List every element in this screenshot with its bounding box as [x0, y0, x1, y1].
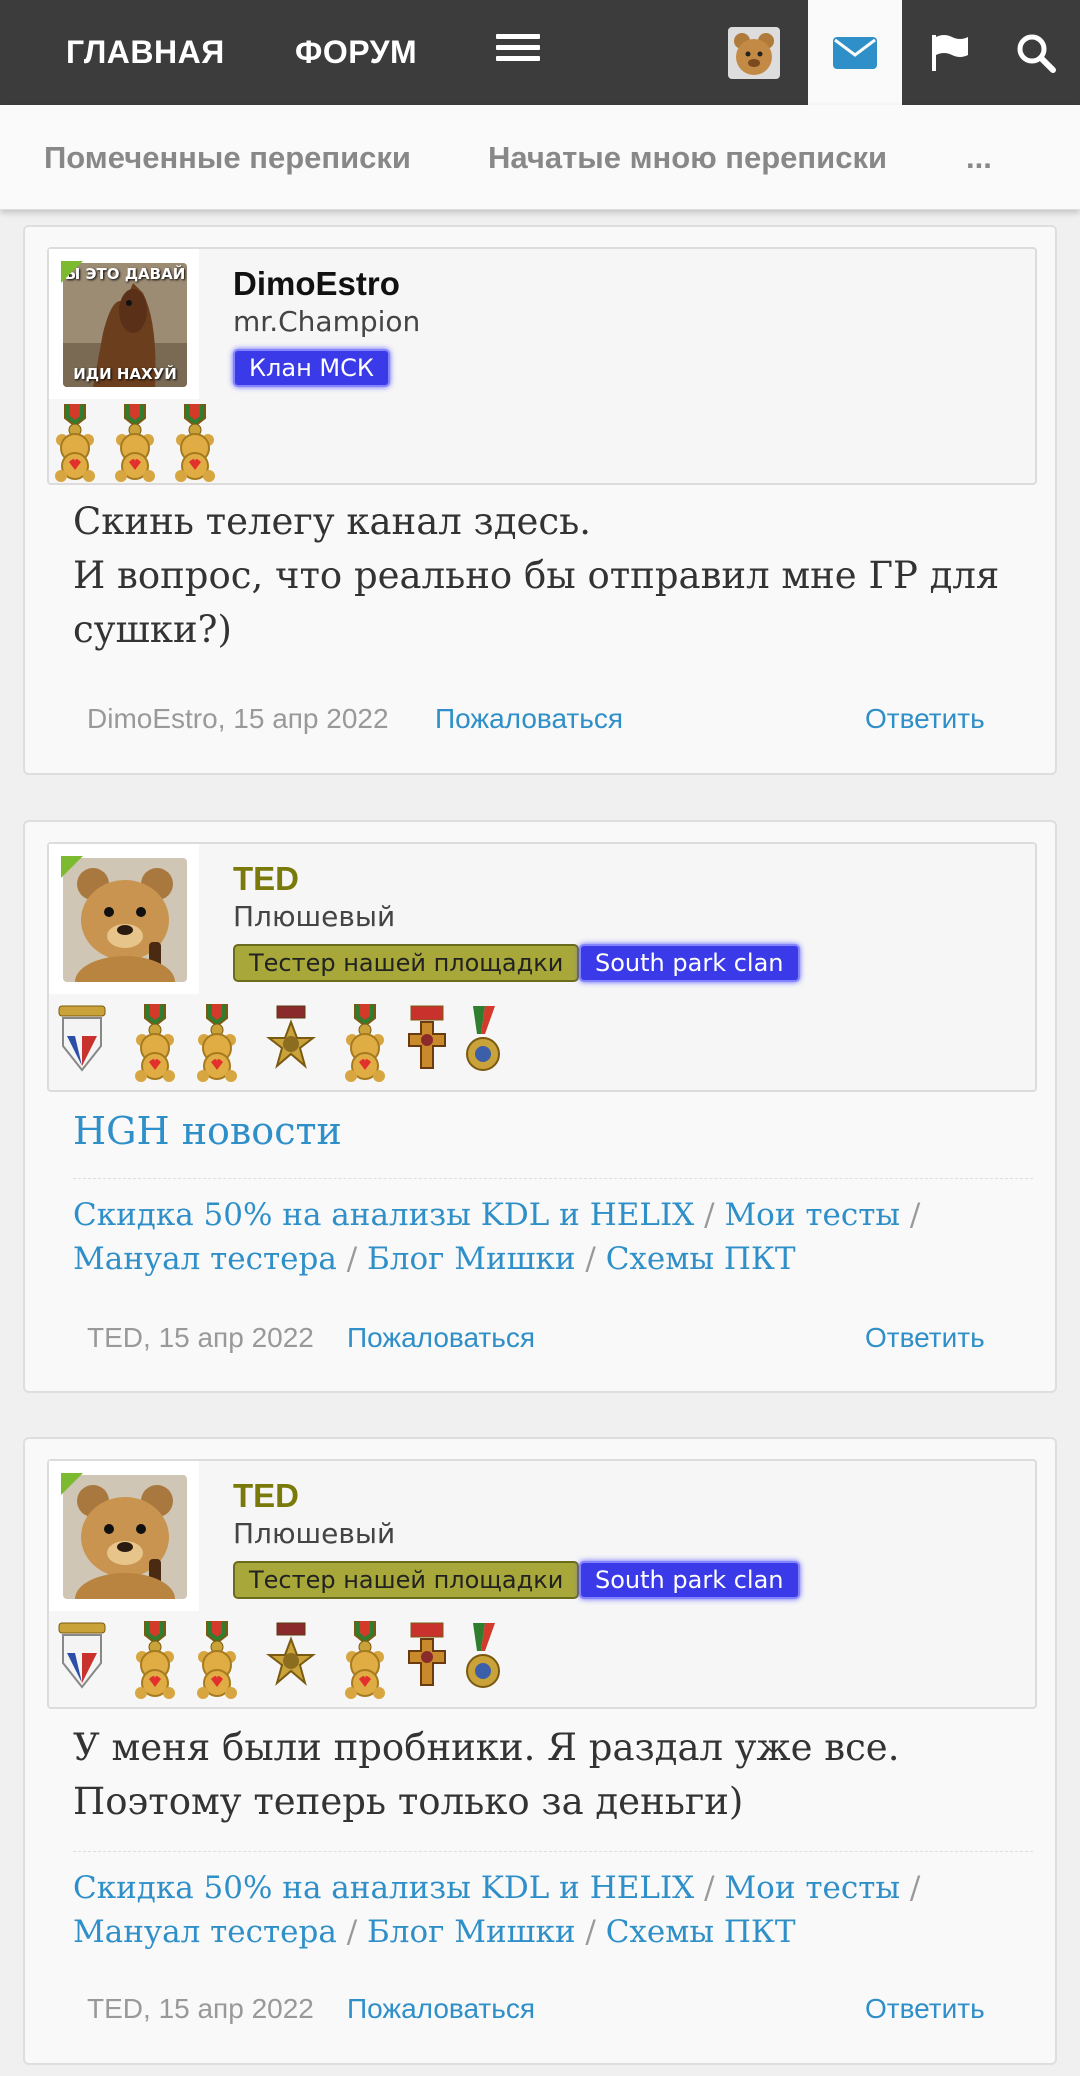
post-meta: DimoEstro, 15 апр 2022 [87, 703, 389, 734]
signature-link[interactable]: Мануал тестера [73, 1241, 337, 1277]
user-info-box: TED Плюшевый Тестер нашей площадки South… [47, 842, 1037, 1092]
user-signature: Скидка 50% на анализы KDL и HELIX / Мои … [73, 1851, 1033, 1954]
message-post: TED Плюшевый Тестер нашей площадки South… [23, 820, 1057, 1393]
user-medals [58, 1621, 500, 1700]
post-date[interactable]: 15 апр 2022 [159, 1322, 314, 1353]
message-post: Ы ЭТО ДАВАЙ ИДИ НАХУЙ DimoEstro mr.Champ… [23, 225, 1057, 775]
flag-icon [932, 34, 968, 71]
reply-link[interactable]: Ответить [865, 1322, 985, 1354]
message-body: Скинь телегу канал здесь. И вопрос, что … [73, 500, 1000, 651]
message-body: У меня были пробники. Я раздал уже все. … [73, 1726, 900, 1823]
signature-link[interactable]: Мои тесты [724, 1870, 900, 1906]
signature-link[interactable]: Мануал тестера [73, 1914, 337, 1950]
user-medals [54, 404, 216, 483]
alerts-button[interactable] [924, 0, 976, 105]
avatar-image [63, 858, 187, 982]
avatar-image [63, 1475, 187, 1599]
avatar-caption-top: Ы ЭТО ДАВАЙ [64, 265, 186, 283]
username[interactable]: TED [233, 1477, 299, 1515]
tester-badge: Тестер нашей площадки [233, 1561, 580, 1599]
reply-link[interactable]: Ответить [865, 703, 985, 735]
signature-link[interactable]: Блог Мишки [367, 1241, 576, 1277]
signature-link[interactable]: Скидка 50% на анализы KDL и HELIX [73, 1870, 694, 1906]
signature-link[interactable]: Скидка 50% на анализы KDL и HELIX [73, 1197, 694, 1233]
user-badge: Клан МСК [233, 349, 390, 387]
signature-link[interactable]: Мои тесты [724, 1197, 900, 1233]
report-link[interactable]: Пожаловаться [347, 1993, 535, 2025]
post-author[interactable]: TED [87, 1993, 143, 2024]
signature-link[interactable]: Схемы ПКТ [606, 1241, 796, 1277]
user-info-box: TED Плюшевый Тестер нашей площадки South… [47, 1459, 1037, 1709]
user-medals [58, 1004, 500, 1083]
username[interactable]: DimoEstro [233, 265, 400, 303]
message-post: TED Плюшевый Тестер нашей площадки South… [23, 1437, 1057, 2065]
avatar-image: Ы ЭТО ДАВАЙ ИДИ НАХУЙ [63, 263, 187, 387]
signature-link[interactable]: Схемы ПКТ [606, 1914, 796, 1950]
avatar-caption-bottom: ИДИ НАХУЙ [73, 365, 177, 383]
starred-conversations-link[interactable]: Помеченные переписки [44, 105, 411, 210]
post-date[interactable]: 15 апр 2022 [159, 1993, 314, 2024]
clan-badge: South park clan [579, 1561, 800, 1599]
report-link[interactable]: Пожаловаться [347, 1322, 535, 1354]
post-author[interactable]: TED [87, 1322, 143, 1353]
report-link[interactable]: Пожаловаться [435, 703, 623, 735]
user-title: Плюшевый [233, 900, 396, 933]
reply-link[interactable]: Ответить [865, 1993, 985, 2025]
post-date[interactable]: 15 апр 2022 [233, 703, 388, 734]
post-author[interactable]: DimoEstro [87, 703, 218, 734]
user-avatar-icon [728, 26, 780, 79]
conversations-subnav: Помеченные переписки Начатые мною перепи… [0, 105, 1080, 210]
nav-forum-link[interactable]: ФОРУМ [295, 0, 417, 105]
signature-link[interactable]: Блог Мишки [367, 1914, 576, 1950]
user-title: Плюшевый [233, 1517, 396, 1550]
search-icon [1017, 34, 1056, 73]
inbox-button[interactable] [808, 0, 902, 105]
avatar[interactable] [49, 844, 199, 994]
post-meta: TED, 15 апр 2022 [87, 1993, 314, 2024]
top-navigation-bar: ГЛАВНАЯ ФОРУМ [0, 0, 1080, 105]
nav-home-link[interactable]: ГЛАВНАЯ [66, 0, 225, 105]
started-conversations-link[interactable]: Начатые мною переписки [488, 105, 887, 210]
avatar[interactable]: Ы ЭТО ДАВАЙ ИДИ НАХУЙ [49, 249, 199, 399]
avatar[interactable] [49, 1461, 199, 1611]
envelope-icon [833, 36, 877, 69]
user-title: mr.Champion [233, 305, 421, 338]
user-avatar-button[interactable] [728, 0, 780, 105]
tester-badge: Тестер нашей площадки [233, 944, 580, 982]
message-title-link[interactable]: HGH новости [73, 1104, 1033, 1158]
hamburger-menu-icon[interactable] [496, 34, 540, 61]
username[interactable]: TED [233, 860, 299, 898]
search-button[interactable] [1010, 0, 1062, 105]
clan-badge: South park clan [579, 944, 800, 982]
post-meta: TED, 15 апр 2022 [87, 1322, 314, 1353]
more-subnav-link[interactable]: ... [966, 105, 992, 210]
user-signature: Скидка 50% на анализы KDL и HELIX / Мои … [73, 1178, 1033, 1281]
user-info-box: Ы ЭТО ДАВАЙ ИДИ НАХУЙ DimoEstro mr.Champ… [47, 247, 1037, 485]
